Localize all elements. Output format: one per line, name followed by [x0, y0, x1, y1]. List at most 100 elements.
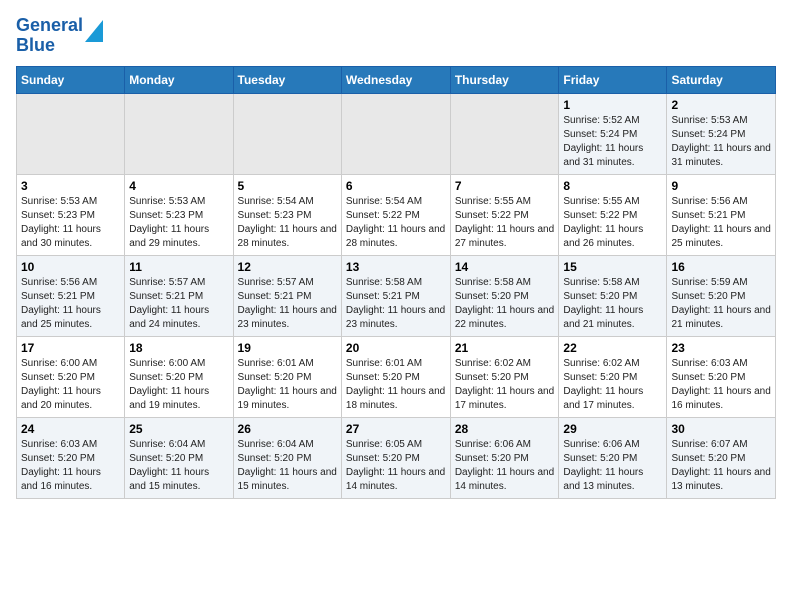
day-number: 17 — [21, 341, 120, 355]
day-cell: 1 Sunrise: 5:52 AM Sunset: 5:24 PM Daylig… — [559, 93, 667, 174]
day-number: 7 — [455, 179, 555, 193]
day-info: Sunrise: 6:02 AM Sunset: 5:20 PM Dayligh… — [455, 357, 555, 413]
page-header: General Blue — [16, 16, 776, 56]
day-number: 29 — [563, 422, 662, 436]
day-number: 9 — [671, 179, 771, 193]
day-cell — [233, 93, 341, 174]
day-cell — [341, 93, 450, 174]
day-cell: 20 Sunrise: 6:01 AM Sunset: 5:20 PM Dayli… — [341, 336, 450, 417]
day-number: 14 — [455, 260, 555, 274]
day-cell: 8 Sunrise: 5:55 AM Sunset: 5:22 PM Daylig… — [559, 174, 667, 255]
logo: General Blue — [16, 16, 103, 56]
day-number: 25 — [129, 422, 228, 436]
day-cell: 6 Sunrise: 5:54 AM Sunset: 5:22 PM Daylig… — [341, 174, 450, 255]
calendar-table: SundayMondayTuesdayWednesdayThursdayFrid… — [16, 66, 776, 499]
day-cell: 7 Sunrise: 5:55 AM Sunset: 5:22 PM Daylig… — [450, 174, 559, 255]
day-cell — [450, 93, 559, 174]
day-info: Sunrise: 5:55 AM Sunset: 5:22 PM Dayligh… — [563, 195, 662, 251]
day-number: 10 — [21, 260, 120, 274]
day-cell: 16 Sunrise: 5:59 AM Sunset: 5:20 PM Dayli… — [667, 255, 776, 336]
header-cell-wednesday: Wednesday — [341, 66, 450, 93]
day-number: 1 — [563, 98, 662, 112]
day-cell: 28Sunrise: 6:06 AM Sunset: 5:20 PM Dayli… — [450, 417, 559, 498]
day-info: Sunrise: 5:54 AM Sunset: 5:23 PM Dayligh… — [238, 195, 337, 251]
day-cell: 26Sunrise: 6:04 AM Sunset: 5:20 PM Dayli… — [233, 417, 341, 498]
day-number: 12 — [238, 260, 337, 274]
day-number: 26 — [238, 422, 337, 436]
week-row-3: 10 Sunrise: 5:56 AM Sunset: 5:21 PM Dayli… — [17, 255, 776, 336]
day-number: 23 — [671, 341, 771, 355]
day-info: Sunrise: 6:03 AM Sunset: 5:20 PM Dayligh… — [21, 438, 120, 494]
day-cell: 15Sunrise: 5:58 AM Sunset: 5:20 PM Dayli… — [559, 255, 667, 336]
day-info: Sunrise: 5:53 AM Sunset: 5:23 PM Dayligh… — [21, 195, 120, 251]
day-info: Sunrise: 6:02 AM Sunset: 5:20 PM Dayligh… — [563, 357, 662, 413]
day-cell: 5 Sunrise: 5:54 AM Sunset: 5:23 PM Daylig… — [233, 174, 341, 255]
day-cell: 22Sunrise: 6:02 AM Sunset: 5:20 PM Dayli… — [559, 336, 667, 417]
day-info: Sunrise: 6:00 AM Sunset: 5:20 PM Dayligh… — [21, 357, 120, 413]
day-info: Sunrise: 5:56 AM Sunset: 5:21 PM Dayligh… — [671, 195, 771, 251]
day-number: 13 — [346, 260, 446, 274]
day-info: Sunrise: 5:59 AM Sunset: 5:20 PM Dayligh… — [671, 276, 771, 332]
day-number: 5 — [238, 179, 337, 193]
day-info: Sunrise: 6:03 AM Sunset: 5:20 PM Dayligh… — [671, 357, 771, 413]
header-cell-monday: Monday — [125, 66, 233, 93]
day-info: Sunrise: 5:54 AM Sunset: 5:22 PM Dayligh… — [346, 195, 446, 251]
day-cell — [17, 93, 125, 174]
day-cell: 13 Sunrise: 5:58 AM Sunset: 5:21 PM Dayli… — [341, 255, 450, 336]
day-number: 8 — [563, 179, 662, 193]
day-info: Sunrise: 6:00 AM Sunset: 5:20 PM Dayligh… — [129, 357, 228, 413]
day-info: Sunrise: 5:53 AM Sunset: 5:24 PM Dayligh… — [671, 114, 771, 170]
week-row-1: 1 Sunrise: 5:52 AM Sunset: 5:24 PM Daylig… — [17, 93, 776, 174]
day-info: Sunrise: 6:04 AM Sunset: 5:20 PM Dayligh… — [129, 438, 228, 494]
header-cell-sunday: Sunday — [17, 66, 125, 93]
day-cell: 12 Sunrise: 5:57 AM Sunset: 5:21 PM Dayli… — [233, 255, 341, 336]
header-cell-friday: Friday — [559, 66, 667, 93]
day-number: 20 — [346, 341, 446, 355]
week-row-5: 24 Sunrise: 6:03 AM Sunset: 5:20 PM Dayli… — [17, 417, 776, 498]
day-number: 16 — [671, 260, 771, 274]
day-number: 30 — [671, 422, 771, 436]
day-cell: 3 Sunrise: 5:53 AM Sunset: 5:23 PM Daylig… — [17, 174, 125, 255]
day-info: Sunrise: 5:57 AM Sunset: 5:21 PM Dayligh… — [129, 276, 228, 332]
day-number: 2 — [671, 98, 771, 112]
day-cell — [125, 93, 233, 174]
day-number: 19 — [238, 341, 337, 355]
day-info: Sunrise: 6:01 AM Sunset: 5:20 PM Dayligh… — [346, 357, 446, 413]
day-cell: 4 Sunrise: 5:53 AM Sunset: 5:23 PM Daylig… — [125, 174, 233, 255]
day-cell: 27 Sunrise: 6:05 AM Sunset: 5:20 PM Dayli… — [341, 417, 450, 498]
day-info: Sunrise: 6:05 AM Sunset: 5:20 PM Dayligh… — [346, 438, 446, 494]
day-cell: 10 Sunrise: 5:56 AM Sunset: 5:21 PM Dayli… — [17, 255, 125, 336]
day-info: Sunrise: 5:57 AM Sunset: 5:21 PM Dayligh… — [238, 276, 337, 332]
header-cell-tuesday: Tuesday — [233, 66, 341, 93]
day-info: Sunrise: 5:53 AM Sunset: 5:23 PM Dayligh… — [129, 195, 228, 251]
day-number: 4 — [129, 179, 228, 193]
day-cell: 17 Sunrise: 6:00 AM Sunset: 5:20 PM Dayli… — [17, 336, 125, 417]
day-cell: 19 Sunrise: 6:01 AM Sunset: 5:20 PM Dayli… — [233, 336, 341, 417]
day-cell: 24 Sunrise: 6:03 AM Sunset: 5:20 PM Dayli… — [17, 417, 125, 498]
week-row-4: 17 Sunrise: 6:00 AM Sunset: 5:20 PM Dayli… — [17, 336, 776, 417]
day-number: 11 — [129, 260, 228, 274]
day-cell: 21Sunrise: 6:02 AM Sunset: 5:20 PM Dayli… — [450, 336, 559, 417]
header-row: SundayMondayTuesdayWednesdayThursdayFrid… — [17, 66, 776, 93]
day-number: 3 — [21, 179, 120, 193]
day-cell: 18 Sunrise: 6:00 AM Sunset: 5:20 PM Dayli… — [125, 336, 233, 417]
day-info: Sunrise: 6:07 AM Sunset: 5:20 PM Dayligh… — [671, 438, 771, 494]
day-cell: 29 Sunrise: 6:06 AM Sunset: 5:20 PM Dayli… — [559, 417, 667, 498]
day-info: Sunrise: 5:56 AM Sunset: 5:21 PM Dayligh… — [21, 276, 120, 332]
day-info: Sunrise: 5:52 AM Sunset: 5:24 PM Dayligh… — [563, 114, 662, 170]
day-info: Sunrise: 6:06 AM Sunset: 5:20 PM Dayligh… — [563, 438, 662, 494]
logo-icon — [85, 20, 103, 42]
day-info: Sunrise: 5:58 AM Sunset: 5:20 PM Dayligh… — [455, 276, 555, 332]
week-row-2: 3 Sunrise: 5:53 AM Sunset: 5:23 PM Daylig… — [17, 174, 776, 255]
day-info: Sunrise: 6:06 AM Sunset: 5:20 PM Dayligh… — [455, 438, 555, 494]
day-info: Sunrise: 5:58 AM Sunset: 5:20 PM Dayligh… — [563, 276, 662, 332]
day-cell: 25 Sunrise: 6:04 AM Sunset: 5:20 PM Dayli… — [125, 417, 233, 498]
day-info: Sunrise: 5:55 AM Sunset: 5:22 PM Dayligh… — [455, 195, 555, 251]
header-cell-thursday: Thursday — [450, 66, 559, 93]
day-number: 18 — [129, 341, 228, 355]
day-info: Sunrise: 6:01 AM Sunset: 5:20 PM Dayligh… — [238, 357, 337, 413]
day-number: 27 — [346, 422, 446, 436]
day-number: 6 — [346, 179, 446, 193]
day-info: Sunrise: 5:58 AM Sunset: 5:21 PM Dayligh… — [346, 276, 446, 332]
day-number: 24 — [21, 422, 120, 436]
